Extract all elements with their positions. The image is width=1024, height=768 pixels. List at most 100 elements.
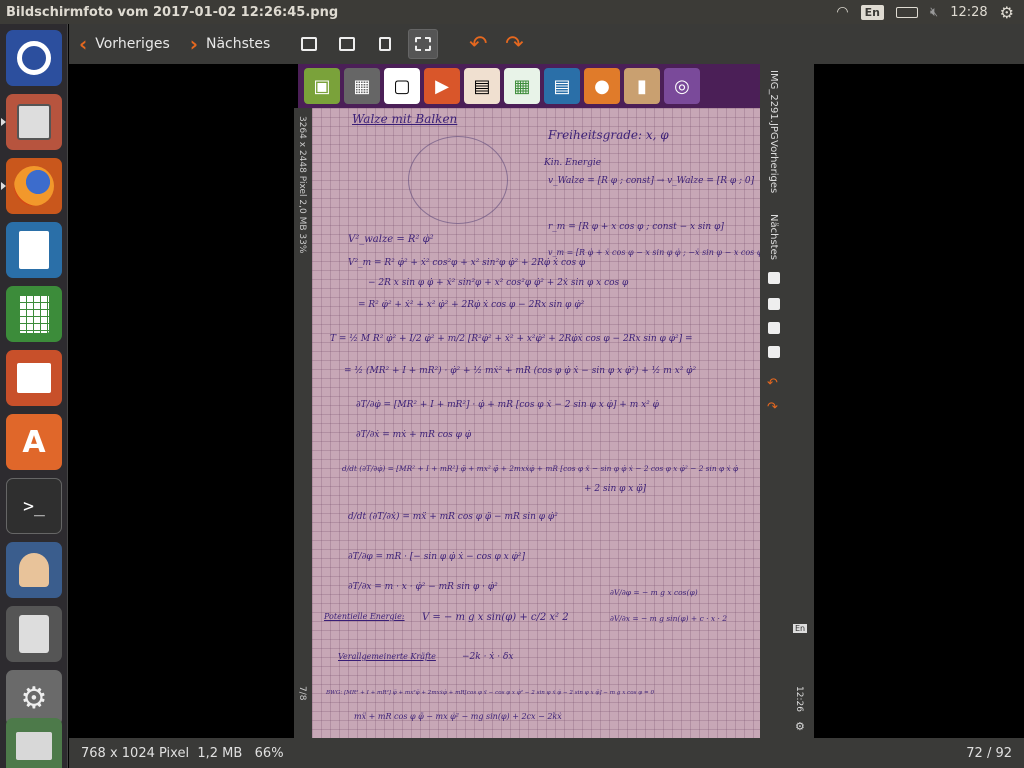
previous-label: Vorheriges	[95, 36, 170, 52]
file-cabinet-icon	[17, 104, 51, 140]
inner-file-name: IMG_2291.JPG	[768, 70, 779, 140]
rotate-right-icon: ↷	[505, 31, 524, 57]
ubuntu-logo-icon	[17, 41, 51, 75]
note-kin: Kin. Energie	[544, 158, 602, 168]
note-line-1: V²_walze = R² φ̇²	[348, 234, 434, 245]
zoom-out-icon	[339, 37, 356, 51]
running-indicator	[1, 118, 6, 126]
inner-gear-icon: ⚙	[795, 720, 805, 733]
note-bwg: BWG: [MR² + I + mR²] φ̈ + mx²φ̈ + 2mxẋφ̇…	[326, 690, 654, 696]
handwritten-notes-photo: Walze mit Balken Freiheitsgrade: x, φ Ki…	[312, 108, 760, 738]
keyboard-layout-indicator[interactable]: En	[860, 4, 884, 20]
calculator-icon	[19, 615, 49, 653]
note-d6: ∂T/∂x = m · x · φ̇² − mR sin φ · φ̇²	[348, 582, 498, 592]
viewer-toolbar: ‹ Vorheriges › Nächstes ↶ ↷	[69, 24, 1024, 64]
cylinder-sketch	[408, 136, 508, 224]
note-d2: ∂T/∂ẋ = mẋ + mR cos φ φ̇	[356, 430, 472, 440]
image-canvas[interactable]: ▣ ▦ ▢ ▶ ▤ ▦ ▤ ● ▮ ◎ 3264 x 2448 Pixel 2,…	[69, 64, 1024, 738]
note-nc: −2k · ẋ · δx	[462, 652, 514, 662]
inner-previous-label: Vorheriges	[768, 140, 779, 194]
chevron-left-icon: ‹	[79, 32, 88, 56]
libreoffice-calc-button[interactable]	[6, 286, 62, 342]
top-panel: Bildschirmfoto vom 2017-01-02 12:26:45.p…	[0, 0, 1024, 24]
inner-files-icon: ▮	[624, 68, 660, 104]
volume-mute-icon[interactable]: 🔇︎	[930, 5, 938, 20]
displayed-screenshot: ▣ ▦ ▢ ▶ ▤ ▦ ▤ ● ▮ ◎ 3264 x 2448 Pixel 2,…	[294, 64, 854, 738]
firefox-button[interactable]	[1, 158, 62, 214]
gear-icon[interactable]: ⚙	[1000, 3, 1014, 22]
inner-rotate-right-icon: ↷	[767, 400, 778, 415]
inner-zoom-in-icon	[768, 272, 780, 284]
next-label: Nächstes	[206, 36, 271, 52]
software-center-button[interactable]: A	[6, 414, 62, 470]
status-bar: 768 x 1024 Pixel 1,2 MB 66% 72 / 92	[69, 738, 1024, 768]
inner-toolbar-vertical: IMG_2291.JPG Vorheriges Nächstes ↶ ↷	[760, 64, 790, 738]
inner-page-counter: 7/8	[297, 686, 307, 701]
inner-next-label: Nächstes	[768, 214, 779, 260]
rotate-left-icon: ↶	[469, 31, 488, 57]
user-icon	[19, 553, 49, 587]
note-dof: Freiheitsgrade: x, φ	[548, 128, 669, 142]
inner-image-info: 3264 x 2448 Pixel 2,0 MB 33%	[297, 116, 307, 254]
zoom-normal-button[interactable]	[370, 29, 400, 59]
inner-document-icon: ▤	[464, 68, 500, 104]
clock[interactable]: 12:28	[950, 5, 987, 20]
image-counter: 72 / 92	[966, 745, 1012, 761]
inner-lang-indicator: En	[793, 624, 808, 633]
best-fit-icon	[415, 37, 432, 51]
note-line-3: − 2R x sin φ φ̇ + ẋ² sin²φ + x² cos²φ φ̇…	[368, 278, 629, 288]
inner-zoom-out-icon	[768, 298, 780, 310]
inner-clock: 12:26	[794, 686, 804, 712]
zoom-out-button[interactable]	[332, 29, 362, 59]
battery-icon[interactable]	[895, 6, 918, 18]
calculator-button[interactable]	[6, 606, 62, 662]
zoom-in-button[interactable]	[294, 29, 324, 59]
zoom-in-icon	[301, 37, 318, 51]
note-bwg-2: mẍ + mR cos φ φ̈ − mx φ̇² − mg sin(φ) + …	[354, 712, 562, 721]
note-r-m: r_m = [R φ + x cos φ ; const − x sin φ]	[548, 222, 724, 232]
window-title: Bildschirmfoto vom 2017-01-02 12:26:45.p…	[6, 4, 339, 20]
inner-firefox-icon: ●	[584, 68, 620, 104]
files-button[interactable]	[1, 94, 62, 150]
photo-icon	[16, 732, 52, 760]
note-t1: T = ½ M R² φ̇² + I/2 φ̇² + m/2 [R²φ̇² + …	[330, 334, 693, 344]
note-dv-dphi: ∂V/∂φ = − m g x cos(φ)	[610, 588, 698, 597]
user-accounts-button[interactable]	[6, 542, 62, 598]
inner-best-fit-icon	[768, 346, 780, 358]
inner-ubuntu-icon: ◎	[664, 68, 700, 104]
libreoffice-writer-button[interactable]	[6, 222, 62, 278]
inner-status-side: 3264 x 2448 Pixel 2,0 MB 33% 7/8	[294, 108, 312, 738]
note-t2: = ½ (MR² + I + mR²) · φ̇² + ½ mẋ² + mR (…	[344, 366, 697, 376]
image-viewer-button[interactable]	[6, 718, 62, 768]
inner-calculator-icon: ▦	[344, 68, 380, 104]
running-indicator	[1, 182, 6, 190]
note-d3: d/dt (∂T/∂φ̇) = [MR² + I + mR²] φ̈ + mx²…	[342, 464, 739, 473]
note-d4: d/dt (∂T/∂ẋ) = mẍ + mR cos φ φ̈ − mR sin…	[348, 512, 558, 522]
document-icon	[19, 231, 49, 269]
libreoffice-impress-button[interactable]	[6, 350, 62, 406]
chevron-right-icon: ›	[189, 32, 198, 56]
inner-spreadsheet-icon: ▦	[504, 68, 540, 104]
inner-writer-icon: ▤	[544, 68, 580, 104]
best-fit-button[interactable]	[408, 29, 439, 59]
ubuntu-dash-button[interactable]	[6, 30, 62, 86]
note-potential: V = − m g x sin(φ) + c/2 x² 2	[422, 612, 569, 623]
image-info: 768 x 1024 Pixel 1,2 MB 66%	[81, 745, 284, 761]
inner-zoom-normal-icon	[768, 322, 780, 334]
note-heading: Walze mit Balken	[352, 112, 458, 126]
next-button[interactable]: › Nächstes	[180, 28, 281, 60]
rotate-right-button[interactable]: ↷	[496, 32, 532, 57]
terminal-icon: >_	[23, 495, 45, 517]
inner-rotate-left-icon: ↶	[767, 376, 778, 391]
terminal-button[interactable]: >_	[6, 478, 62, 534]
note-line-4: = R² φ̇² + ẋ² + x² φ̇² + 2Rφ̇ ẋ cos φ − …	[358, 300, 585, 310]
tools-icon: ⚙	[20, 680, 48, 716]
note-d3b: + 2 sin φ x φ̈]	[584, 484, 647, 494]
note-v-m: v_m = [R φ̇ + ẋ cos φ − x sin φ φ̇ ; −ẋ …	[548, 248, 760, 257]
firefox-icon	[14, 166, 54, 206]
rotate-left-button[interactable]: ↶	[460, 32, 496, 57]
shopping-bag-icon: A	[22, 424, 46, 460]
launcher: A >_ ⚙	[0, 24, 68, 768]
wifi-icon[interactable]: ◠	[836, 4, 848, 20]
previous-button[interactable]: ‹ Vorheriges	[69, 28, 180, 60]
